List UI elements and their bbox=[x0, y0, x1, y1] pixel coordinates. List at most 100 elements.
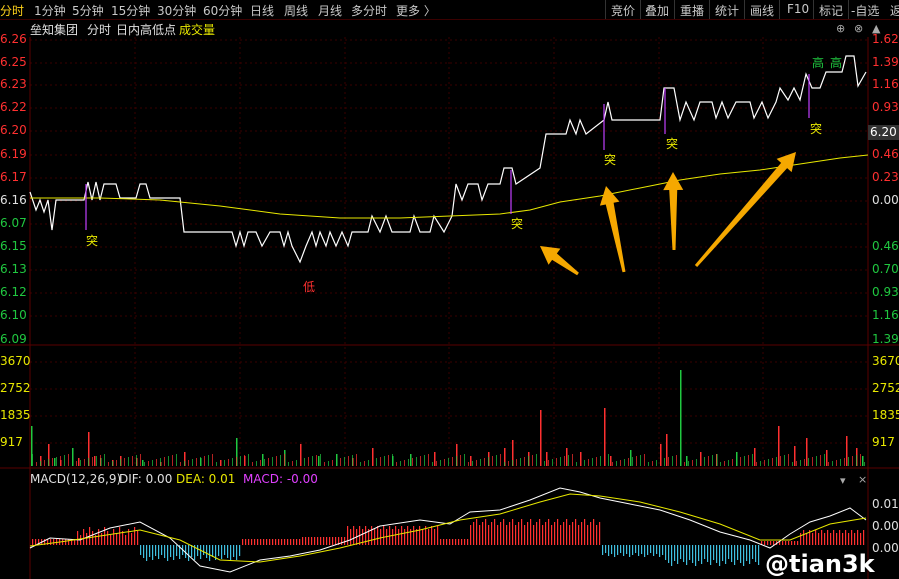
macd-histogram-bar bbox=[314, 537, 316, 545]
volume-bar bbox=[260, 460, 261, 466]
volume-bar bbox=[684, 462, 685, 466]
volume-bar bbox=[704, 457, 705, 466]
macd-histogram-bar bbox=[722, 545, 724, 561]
macd-histogram-bar bbox=[554, 522, 556, 545]
macd-histogram-bar bbox=[785, 541, 787, 545]
volume-bar bbox=[496, 455, 497, 466]
macd-histogram-bar bbox=[131, 533, 133, 545]
volume-bar bbox=[784, 455, 785, 466]
dropdown-icon[interactable]: ▾ bbox=[840, 474, 846, 487]
macd-histogram-bar bbox=[635, 545, 637, 553]
volume-bar bbox=[648, 462, 649, 466]
volume-bar bbox=[180, 462, 181, 466]
macd-histogram-bar bbox=[218, 545, 220, 556]
macd-histogram-bar bbox=[35, 539, 37, 545]
volume-bar bbox=[108, 462, 109, 466]
macd-histogram-bar bbox=[659, 545, 661, 557]
percent-tick: 0.00% bbox=[872, 193, 899, 207]
macd-histogram-bar bbox=[443, 539, 445, 545]
macd-histogram-bar bbox=[344, 537, 346, 545]
close-icon[interactable]: × bbox=[858, 473, 867, 486]
percent-tick: 1.16% bbox=[872, 77, 899, 91]
volume-bar bbox=[76, 461, 77, 466]
volume-bar bbox=[492, 456, 493, 466]
macd-label: MACD(12,26,9) bbox=[30, 472, 122, 486]
annotation-arrow bbox=[599, 186, 626, 273]
macd-histogram-bar bbox=[497, 525, 499, 545]
macd-histogram-bar bbox=[320, 537, 322, 545]
volume-bar bbox=[312, 456, 313, 466]
volume-bar bbox=[846, 436, 848, 466]
volume-bar bbox=[596, 457, 597, 466]
macd-histogram-bar bbox=[518, 522, 520, 545]
high-marker: 高 bbox=[830, 56, 843, 70]
macd-histogram-bar bbox=[272, 539, 274, 545]
macd-histogram-bar bbox=[416, 529, 418, 545]
volume-bar bbox=[156, 459, 157, 466]
macd-histogram-bar bbox=[833, 530, 835, 545]
macd-histogram-bar bbox=[77, 531, 79, 545]
macd-histogram-bar bbox=[653, 545, 655, 556]
macd-histogram-bar bbox=[110, 535, 112, 545]
macd-histogram-bar bbox=[407, 526, 409, 545]
volume-bar bbox=[276, 456, 277, 466]
macd-histogram-bar bbox=[287, 539, 289, 545]
price-tick: 6.16 bbox=[0, 193, 27, 207]
volume-bar bbox=[304, 458, 305, 466]
macd-histogram-bar bbox=[539, 519, 541, 545]
intraday-chart bbox=[0, 37, 899, 579]
breakout-marker: 突 bbox=[810, 122, 823, 136]
macd-histogram-bar bbox=[53, 539, 55, 545]
volume-bar bbox=[788, 454, 789, 466]
volume-bar bbox=[572, 454, 573, 466]
volume-bar bbox=[44, 460, 45, 466]
macd-histogram-bar bbox=[683, 545, 685, 562]
volume-bar bbox=[264, 459, 265, 466]
volume-bar bbox=[396, 462, 397, 466]
volume-bar bbox=[632, 457, 633, 466]
macd-histogram-bar bbox=[731, 545, 733, 562]
volume-bar bbox=[268, 458, 269, 466]
macd-histogram-bar bbox=[800, 533, 802, 545]
volume-bar bbox=[424, 455, 425, 466]
macd-histogram-bar bbox=[608, 545, 610, 556]
volume-bar bbox=[456, 456, 457, 466]
volume-bar bbox=[778, 426, 780, 466]
volume-bar bbox=[686, 456, 688, 466]
macd-histogram-bar bbox=[461, 539, 463, 545]
macd-histogram-bar bbox=[290, 539, 292, 545]
macd-histogram-bar bbox=[719, 545, 721, 566]
macd-histogram-bar bbox=[488, 525, 490, 545]
volume-tick: 1835 bbox=[0, 408, 31, 422]
price-tick: 6.20 bbox=[0, 123, 27, 137]
volume-bar bbox=[768, 459, 769, 466]
volume-bar bbox=[272, 457, 273, 466]
volume-bar bbox=[212, 454, 213, 466]
volume-bar bbox=[228, 459, 229, 466]
volume-bar bbox=[128, 457, 129, 466]
macd-histogram-bar bbox=[836, 533, 838, 545]
volume-bar bbox=[470, 456, 472, 466]
volume-bar bbox=[600, 456, 601, 466]
volume-bar bbox=[100, 455, 101, 466]
macd-histogram-bar bbox=[599, 522, 601, 545]
macd-histogram-bar bbox=[617, 545, 619, 555]
macd-histogram-bar bbox=[233, 545, 235, 557]
volume-bar bbox=[332, 460, 333, 466]
macd-histogram-bar bbox=[245, 539, 247, 545]
high-marker: 高 bbox=[812, 56, 825, 70]
volume-bar bbox=[796, 461, 797, 466]
macd-histogram-bar bbox=[134, 527, 136, 545]
macd-histogram-bar bbox=[548, 519, 550, 545]
price-tick: 6.19 bbox=[0, 147, 27, 161]
volume-bar bbox=[320, 454, 321, 466]
volume-bar bbox=[610, 456, 612, 466]
volume-bar bbox=[608, 454, 609, 466]
macd-histogram-bar bbox=[377, 526, 379, 545]
volume-bar bbox=[412, 458, 413, 466]
macd-histogram-bar bbox=[146, 545, 148, 561]
breakout-marker: 突 bbox=[666, 137, 679, 151]
volume-bar bbox=[862, 456, 864, 466]
volume-bar bbox=[776, 457, 777, 466]
macd-histogram-bar bbox=[626, 545, 628, 554]
